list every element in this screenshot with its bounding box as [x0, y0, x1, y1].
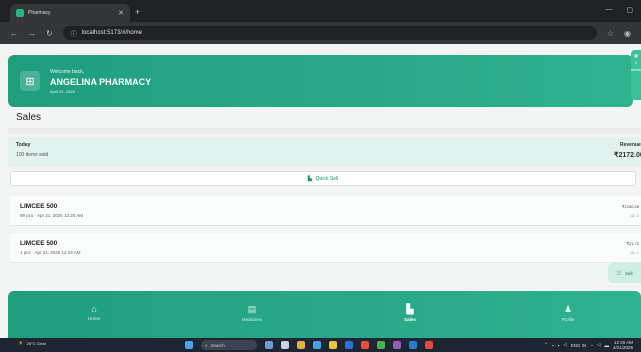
volume-tray-icon[interactable]: ◁	[563, 342, 566, 348]
store-icon[interactable]	[345, 341, 353, 349]
maximize-icon[interactable]: ▢	[626, 6, 633, 14]
medicine-icon: ▤	[247, 304, 257, 314]
system-tray: ⌃ ▪ ▪ ◁ ENG IN ◔ ◁ ▬ 12:20 AM 4/21/2026	[544, 340, 633, 350]
files-icon[interactable]	[329, 341, 337, 349]
sale-item-amount: ₹2150.28	[621, 204, 639, 209]
app-icon[interactable]	[425, 341, 433, 349]
revenue-label: Revenue	[620, 142, 641, 148]
taskbar-apps: ⌕ Search	[185, 340, 433, 350]
sale-item-meta: 1 pcs · Apr 21, 2026 12:19 AM	[20, 250, 81, 255]
items-badge-label: Items	[631, 67, 641, 72]
items-badge-count: 0	[634, 60, 638, 65]
minimize-icon[interactable]: —	[605, 6, 612, 14]
chevron-up-icon[interactable]: ⌃	[544, 342, 548, 348]
today-summary-card	[8, 137, 641, 167]
battery-icon[interactable]: ▬	[604, 343, 609, 348]
header-date: April 21, 2026	[50, 88, 75, 94]
weather-widget[interactable]: ☀ 28°C Clear	[18, 340, 46, 347]
file-explorer-icon[interactable]	[297, 341, 305, 349]
system-clock[interactable]: 12:20 AM 4/21/2026	[613, 340, 633, 350]
sale-item-id: ID: 1	[630, 250, 639, 255]
quick-sell-button[interactable]: ▙ Quick Sell	[10, 171, 636, 186]
app-icon[interactable]	[393, 341, 401, 349]
address-bar-row: ← → ↻ ⓘ localhost:5173/#/home ☆ ◉	[0, 22, 641, 44]
cart-add-icon: 🛒	[616, 270, 623, 275]
weather-temp: 28°C	[26, 341, 36, 346]
tray-app-icon[interactable]: ▪	[552, 343, 554, 348]
site-info-icon[interactable]: ⓘ	[71, 29, 77, 38]
task-view-icon[interactable]	[281, 341, 289, 349]
nav-sales-label: Sales	[404, 317, 416, 322]
tray-app-icon[interactable]: ▪	[558, 343, 560, 348]
lang-region: IN	[581, 342, 587, 348]
edge-icon[interactable]	[313, 341, 321, 349]
home-icon: ⌂	[91, 304, 97, 314]
browser-tab[interactable]: Pharmacy ✕	[10, 4, 130, 22]
new-tab-icon[interactable]: +	[135, 7, 140, 17]
app-icon[interactable]	[377, 341, 385, 349]
favicon-icon	[16, 9, 24, 17]
list-item[interactable]: LIMCEE 500 99 pcs · Apr 21, 2026 12:20 A…	[10, 196, 641, 226]
items-sold-text: 100 items sold	[16, 152, 49, 158]
sale-item-name: LIMCEE 500	[20, 203, 58, 210]
nav-home[interactable]: ⌂ Home	[64, 304, 124, 321]
url-input[interactable]: ⓘ localhost:5173/#/home	[62, 26, 597, 40]
page-title: Sales	[16, 112, 42, 123]
nav-medicines-label: Medicines	[241, 317, 263, 322]
window-controls: — ▢	[605, 6, 633, 14]
taskbar-search[interactable]: ⌕ Search	[201, 340, 257, 350]
sale-item-amount: ₹21.72	[626, 241, 639, 246]
language-indicator[interactable]: ENG IN	[571, 343, 587, 348]
nav-profile[interactable]: ♟ Profile	[538, 304, 598, 322]
pharmacy-logo-icon: ⊞	[20, 71, 40, 91]
bottom-navigation: ⌂ Home ▤ Medicines ▙ Sales ♟ Profile	[8, 291, 641, 338]
vscode-icon[interactable]	[409, 341, 417, 349]
sale-item-id: ID: 2	[630, 213, 639, 218]
tab-title: Pharmacy	[28, 10, 51, 16]
lang-code: ENG	[570, 342, 581, 348]
start-icon[interactable]	[185, 341, 193, 349]
sell-button[interactable]: 🛒 Sell	[608, 263, 641, 283]
nav-medicines[interactable]: ▤ Medicines	[222, 304, 282, 322]
person-icon: ♟	[563, 304, 573, 314]
sale-item-meta: 99 pcs · Apr 21, 2026 12:20 AM	[20, 213, 84, 218]
calendar-icon: ▦	[634, 53, 638, 58]
widgets-icon[interactable]	[265, 341, 273, 349]
cart-icon: ▙	[307, 175, 312, 182]
items-badge[interactable]: ▦ 0 Items	[631, 50, 641, 100]
nav-home-label: Home	[87, 316, 100, 321]
url-text: localhost:5173/#/home	[81, 30, 143, 36]
reload-icon[interactable]: ↻	[46, 29, 53, 38]
search-icon: ⌕	[205, 342, 208, 348]
sale-item-name: LIMCEE 500	[20, 240, 58, 247]
pharmacy-name: ANGELINA PHARMACY	[50, 76, 152, 87]
sell-button-label: Sell	[625, 270, 633, 276]
today-label: Today	[16, 142, 31, 148]
section-divider	[8, 128, 641, 134]
profile-avatar-icon[interactable]: ◉	[624, 29, 631, 38]
os-taskbar: ☀ 28°C Clear ⌕ Search ⌃ ▪ ▪ ◁ ENG IN ◔ ◁…	[0, 338, 641, 352]
taskbar-search-label: Search	[210, 342, 225, 348]
chrome-icon[interactable]	[361, 341, 369, 349]
list-item[interactable]: LIMCEE 500 1 pcs · Apr 21, 2026 12:19 AM…	[10, 233, 641, 263]
cash-register-icon: ▙	[406, 304, 414, 314]
welcome-header: ⊞ Welcome back, ANGELINA PHARMACY April …	[8, 55, 633, 107]
speaker-icon[interactable]: ◁	[597, 342, 600, 348]
wifi-icon[interactable]: ◔	[590, 343, 593, 348]
close-tab-icon[interactable]: ✕	[118, 9, 124, 17]
quick-sell-label: Quick Sell	[315, 175, 339, 182]
bookmark-star-icon[interactable]: ☆	[607, 29, 614, 38]
clock-date: 4/21/2026	[612, 345, 633, 350]
weather-desc: Clear	[36, 341, 47, 346]
back-icon[interactable]: ←	[10, 29, 18, 38]
nav-sales[interactable]: ▙ Sales	[380, 304, 440, 322]
welcome-text: Welcome back,	[50, 68, 85, 75]
revenue-value: ₹2172.00	[614, 152, 641, 159]
forward-icon[interactable]: →	[28, 29, 36, 38]
nav-profile-label: Profile	[561, 317, 575, 322]
sun-icon: ☀	[18, 341, 24, 347]
